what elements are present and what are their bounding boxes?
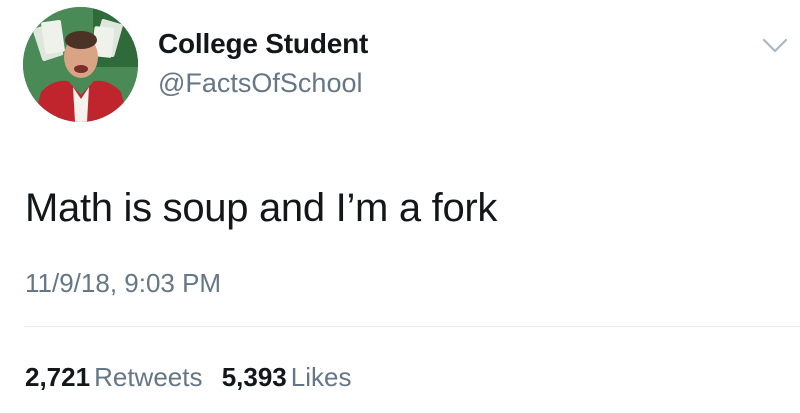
divider [25, 326, 800, 327]
retweets-stat[interactable]: 2,721 Retweets [25, 362, 202, 393]
retweets-label: Retweets [94, 362, 203, 392]
tweet-stats: 2,721 Retweets 5,393 Likes [25, 362, 363, 393]
tweet-timestamp[interactable]: 11/9/18, 9:03 PM [25, 268, 221, 299]
display-name[interactable]: College Student [158, 28, 368, 60]
likes-count: 5,393 [221, 362, 287, 392]
tweet-card: College Student @FactsOfSchool Math is s… [0, 0, 800, 413]
chevron-down-icon[interactable] [762, 37, 788, 55]
likes-label: Likes [290, 362, 352, 392]
tweet-text: Math is soup and I’m a fork [25, 186, 498, 230]
avatar[interactable] [23, 7, 138, 122]
retweets-count: 2,721 [25, 362, 91, 392]
likes-stat[interactable]: 5,393 Likes [222, 362, 352, 393]
avatar-image [23, 7, 138, 122]
user-handle[interactable]: @FactsOfSchool [158, 68, 362, 99]
